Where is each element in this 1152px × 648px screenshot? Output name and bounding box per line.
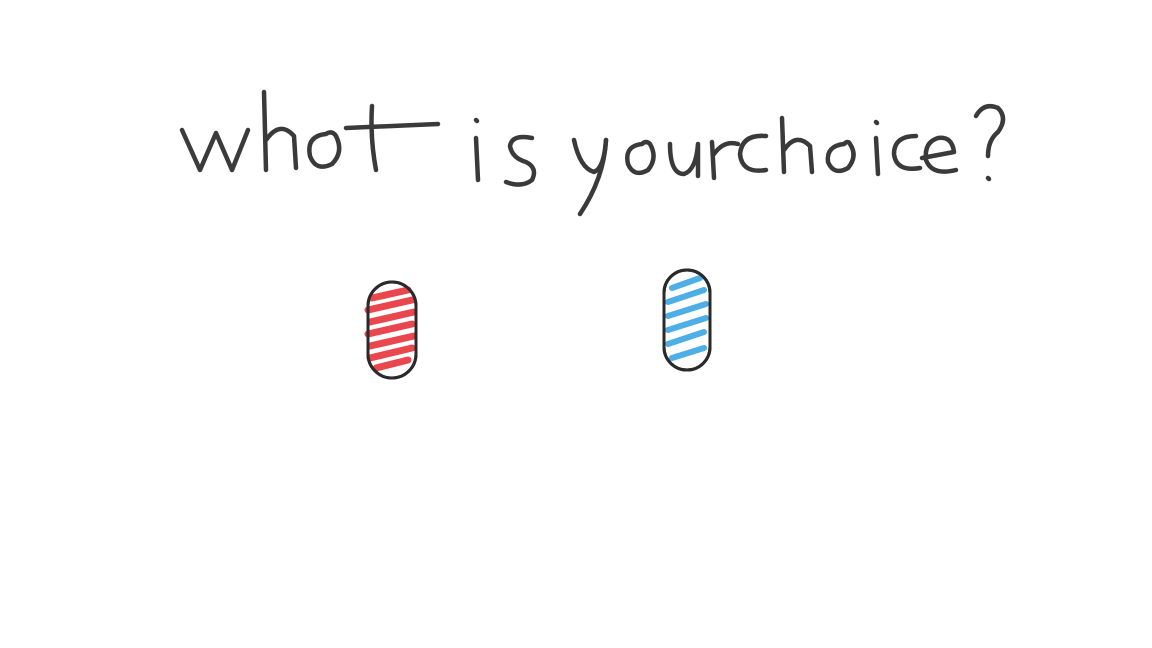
blue-pill-icon: [662, 268, 712, 372]
red-pill-button[interactable]: [360, 278, 424, 382]
question-title: what is your choice ?: [176, 78, 1016, 223]
game-canvas: what is your choice ?: [0, 0, 1152, 648]
question-handwriting: [179, 89, 1006, 217]
red-pill-icon: [364, 280, 418, 380]
blue-pill-button[interactable]: [658, 266, 722, 374]
